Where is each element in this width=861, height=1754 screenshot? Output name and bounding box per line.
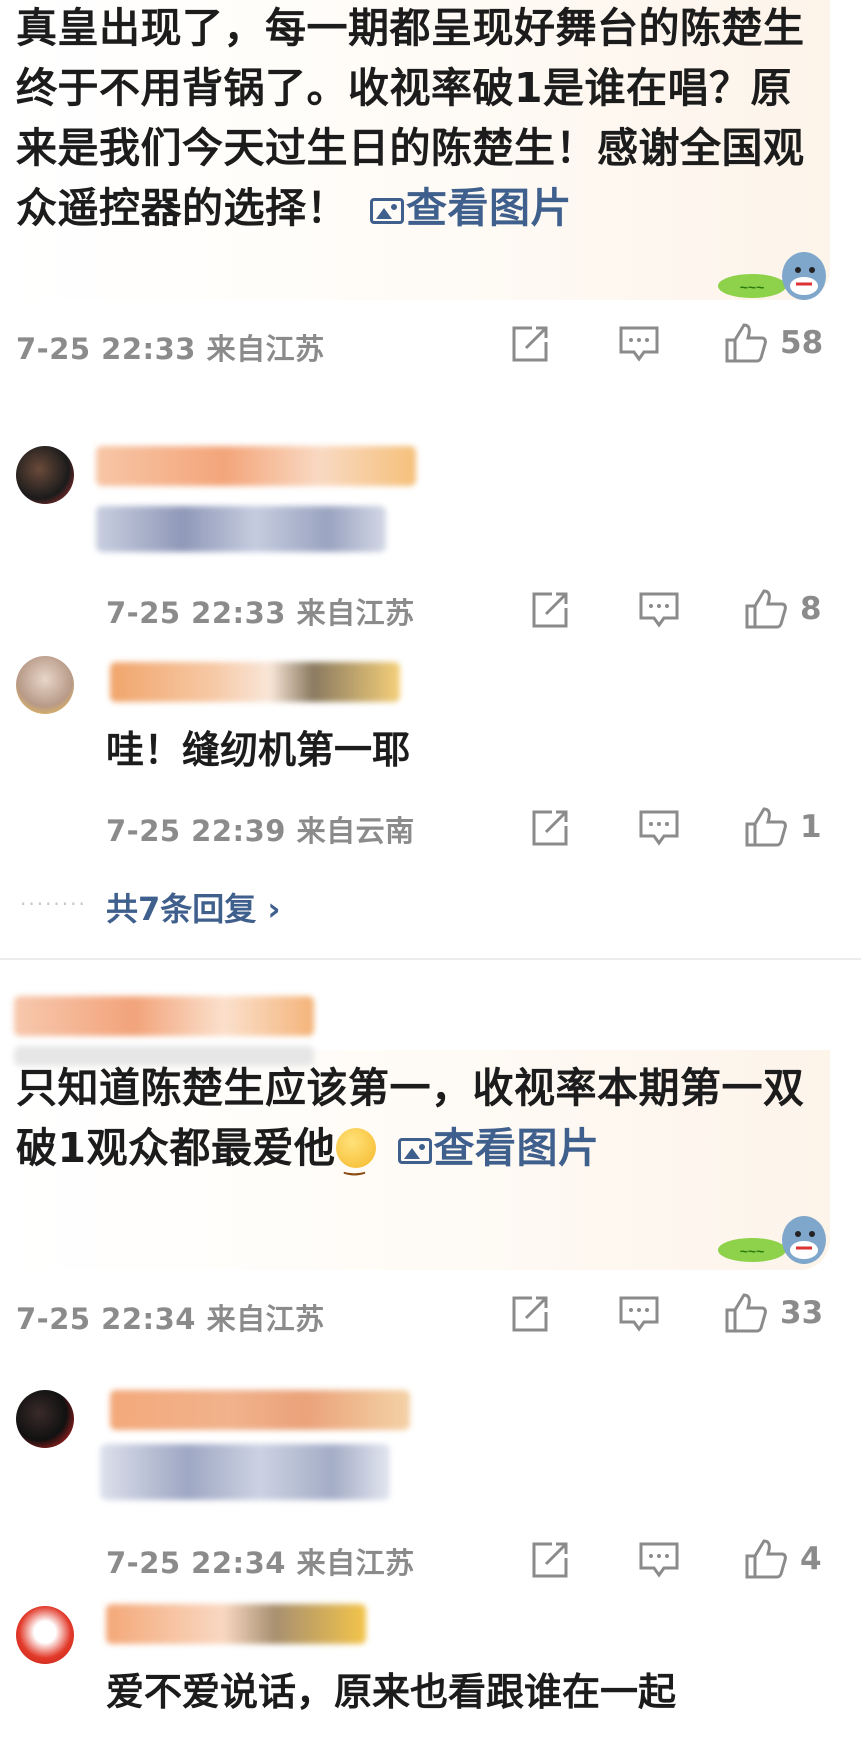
like-icon [725, 323, 767, 363]
smile-emoji-icon [335, 1128, 376, 1192]
comment-button[interactable] [638, 590, 680, 630]
like-icon [745, 1539, 787, 1579]
comment-meta: 7-25 22:34 来自江苏 [16, 1302, 325, 1336]
like-button[interactable]: 58 [724, 322, 823, 364]
like-button[interactable]: 4 [744, 1538, 822, 1580]
comment-icon [639, 810, 679, 846]
avatar[interactable] [16, 1390, 74, 1448]
username-blurred [110, 1390, 410, 1430]
share-icon [532, 810, 568, 846]
username-blurred [110, 662, 400, 702]
reply-text: 哇！缝纫机第一耶 [106, 728, 411, 772]
reply-meta: 7-25 22:34 来自江苏 [106, 1546, 415, 1580]
view-image-label: 查看图片 [406, 184, 572, 232]
reply-meta: 7-25 22:33 来自江苏 [106, 596, 415, 630]
comment-icon [619, 1296, 659, 1332]
comment-icon [639, 1542, 679, 1578]
share-button[interactable] [510, 324, 550, 364]
reply-text: 爱不爱说话，原来也看跟谁在一起 [106, 1664, 786, 1720]
username-blurred [106, 1604, 366, 1644]
avatar[interactable] [16, 1606, 74, 1664]
avatar[interactable] [16, 446, 74, 504]
share-icon [532, 592, 568, 628]
like-count: 1 [800, 809, 822, 845]
shark-sticker: ~~~ [718, 1216, 826, 1264]
username-blurred [14, 996, 314, 1036]
divider [0, 958, 861, 960]
comment-text: 只知道陈楚生应该第一，收视率本期第一双破1观众都最爱他查看图片 [16, 1058, 817, 1192]
like-icon [725, 1293, 767, 1333]
view-image-link[interactable]: 查看图片 [348, 184, 572, 232]
comment-icon [639, 592, 679, 628]
reply-body: 爱不爱说话，原来也看跟谁在一起 [106, 1670, 677, 1714]
like-button[interactable]: 8 [744, 588, 822, 630]
reply-text-blurred [96, 506, 386, 552]
share-icon [532, 1542, 568, 1578]
image-icon [397, 1138, 432, 1164]
like-count: 4 [800, 1541, 822, 1577]
comment-button[interactable] [638, 1540, 680, 1580]
svg-text:~~~: ~~~ [740, 279, 765, 295]
shark-sticker: ~~~ [718, 252, 826, 300]
comment-button[interactable] [638, 808, 680, 848]
like-icon [745, 807, 787, 847]
share-button[interactable] [530, 590, 570, 630]
reply-text-blurred [100, 1444, 390, 1500]
comment-button[interactable] [618, 324, 660, 364]
avatar[interactable] [16, 656, 74, 714]
image-icon [370, 198, 404, 224]
share-button[interactable] [510, 1294, 550, 1334]
like-button[interactable]: 1 [744, 806, 822, 848]
replies-dots: ········ [20, 892, 87, 916]
like-button[interactable]: 33 [724, 1292, 823, 1334]
like-count: 8 [800, 591, 822, 627]
like-count: 58 [780, 325, 824, 361]
comment-meta: 7-25 22:33 来自江苏 [16, 332, 325, 366]
more-replies-link[interactable]: 共7条回复 › [106, 884, 281, 930]
share-icon [512, 1296, 548, 1332]
comment-icon [619, 326, 659, 362]
svg-text:~~~: ~~~ [740, 1243, 765, 1259]
view-image-link[interactable]: 查看图片 [376, 1124, 600, 1172]
like-icon [745, 589, 787, 629]
username-blurred [96, 446, 416, 486]
view-image-label: 查看图片 [433, 1124, 600, 1172]
share-button[interactable] [530, 1540, 570, 1580]
reply-meta: 7-25 22:39 来自云南 [106, 814, 415, 848]
like-count: 33 [780, 1295, 824, 1331]
comment-text: 真皇出现了，每一期都呈现好舞台的陈楚生终于不用背锅了。收视率破1是谁在唱？原来是… [16, 0, 817, 238]
share-icon [512, 326, 548, 362]
comment-button[interactable] [618, 1294, 660, 1334]
share-button[interactable] [530, 808, 570, 848]
